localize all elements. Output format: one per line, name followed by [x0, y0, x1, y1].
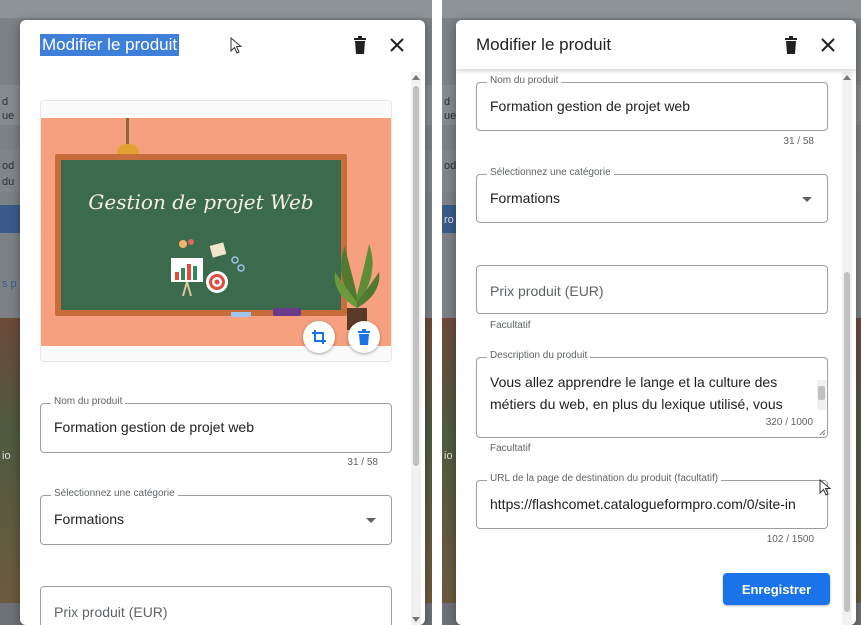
- scroll-up-icon[interactable]: [412, 75, 420, 80]
- dropdown-arrow-icon: [802, 197, 812, 202]
- scroll-thumb[interactable]: [818, 386, 825, 400]
- background-text: od: [2, 160, 15, 172]
- chalkboard: Gestion de projet Web: [61, 160, 341, 310]
- category-value: Formations: [490, 190, 561, 206]
- trash-icon: [358, 329, 370, 345]
- save-button[interactable]: Enregistrer: [723, 573, 830, 605]
- background-button: [0, 205, 20, 233]
- chart-illustration-icon: [171, 239, 245, 297]
- chalkboard-frame: Gestion de projet Web: [55, 154, 347, 316]
- description-textarea[interactable]: Description du produit Vous allez appren…: [476, 350, 828, 438]
- price-helper-text: Facultatif: [490, 320, 531, 331]
- chalkboard-text: Gestion de projet Web: [88, 190, 314, 214]
- lamp-icon: [117, 144, 139, 154]
- background-text: od: [444, 160, 457, 172]
- trash-icon[interactable]: [350, 35, 370, 55]
- background-text: io: [2, 450, 11, 462]
- background-toolbar: [442, 0, 861, 18]
- price-placeholder: Prix produit (EUR): [490, 283, 604, 299]
- resize-handle-icon[interactable]: [819, 429, 826, 436]
- crop-icon: [312, 330, 326, 344]
- category-select[interactable]: Sélectionnez une catégorie Formations: [40, 488, 392, 545]
- category-select[interactable]: Sélectionnez une catégorie Formations: [476, 167, 828, 223]
- background-text: d: [2, 96, 9, 108]
- edit-product-dialog: Modifier le produit Gestion de projet We…: [20, 20, 425, 625]
- price-field[interactable]: Prix produit (EUR): [40, 586, 392, 625]
- background-toolbar: [0, 0, 432, 18]
- lamp-cord: [126, 118, 129, 144]
- background-text: ue: [2, 110, 15, 122]
- dialog-scrollbar[interactable]: [411, 72, 421, 625]
- category-label: Sélectionnez une catégorie: [487, 167, 614, 178]
- description-helper-text: Facultatif: [490, 443, 531, 454]
- price-field[interactable]: Prix produit (EUR): [476, 265, 828, 314]
- product-name-field[interactable]: Nom du produit Formation gestion de proj…: [476, 75, 828, 131]
- trash-icon[interactable]: [781, 35, 801, 55]
- background-text: d: [444, 96, 451, 108]
- dialog-scrollbar[interactable]: [842, 72, 852, 625]
- product-name-value: Formation gestion de projet web: [54, 419, 254, 435]
- cursor-icon: [819, 479, 832, 496]
- background-text: ro: [444, 214, 454, 226]
- close-icon[interactable]: [818, 35, 838, 55]
- dialog-title: Modifier le produit: [40, 34, 180, 56]
- dialog-title: Modifier le produit: [476, 34, 612, 54]
- textarea-scrollbar[interactable]: [817, 380, 826, 410]
- product-image-card: Gestion de projet Web: [40, 100, 392, 362]
- url-value: https://flashcomet.catalogueformpro.com/…: [490, 496, 796, 512]
- plant-icon: [334, 244, 380, 330]
- product-name-counter: 31 / 58: [347, 457, 378, 468]
- price-placeholder: Prix produit (EUR): [54, 604, 168, 620]
- product-name-field[interactable]: Nom du produit Formation gestion de proj…: [40, 396, 392, 453]
- product-name-label: Nom du produit: [51, 396, 126, 407]
- description-counter: 320 / 1000: [765, 417, 813, 428]
- delete-image-button[interactable]: [348, 321, 380, 353]
- product-name-label: Nom du produit: [487, 75, 562, 86]
- product-name-value: Formation gestion de projet web: [490, 98, 690, 114]
- scroll-thumb[interactable]: [413, 86, 419, 466]
- url-label: URL de la page de destination du produit…: [487, 473, 722, 484]
- url-counter: 102 / 1500: [766, 534, 814, 545]
- scroll-thumb[interactable]: [844, 272, 850, 612]
- cursor-icon: [230, 37, 243, 54]
- dialog-header: Modifier le produit: [456, 20, 856, 70]
- dialog-header: Modifier le produit: [20, 20, 425, 70]
- right-screenshot-panel: d ue od ro io Modifier le produit Nom du…: [442, 0, 861, 625]
- scroll-up-icon[interactable]: [843, 75, 851, 80]
- category-value: Formations: [54, 511, 125, 527]
- background-text: io: [444, 450, 453, 462]
- description-value: Vous allez apprendre le lange et la cult…: [490, 374, 783, 412]
- url-field[interactable]: URL de la page de destination du produit…: [476, 473, 828, 529]
- close-icon[interactable]: [387, 35, 407, 55]
- description-label: Description du produit: [487, 350, 591, 361]
- category-label: Sélectionnez une catégorie: [51, 488, 178, 499]
- background-text: ue: [444, 110, 457, 122]
- background-text: s p: [2, 278, 17, 290]
- dropdown-arrow-icon: [366, 518, 376, 523]
- product-image: Gestion de projet Web: [41, 118, 391, 346]
- left-screenshot-panel: d ue od du s p io Modifier le produit Ge…: [0, 0, 432, 625]
- background-text: du: [2, 176, 15, 188]
- chalk-icon: [231, 312, 251, 317]
- eraser-icon: [273, 308, 301, 316]
- edit-product-dialog: Modifier le produit Nom du produit Forma…: [456, 20, 856, 625]
- crop-image-button[interactable]: [303, 321, 335, 353]
- product-name-counter: 31 / 58: [783, 136, 814, 147]
- scroll-down-icon[interactable]: [412, 617, 420, 622]
